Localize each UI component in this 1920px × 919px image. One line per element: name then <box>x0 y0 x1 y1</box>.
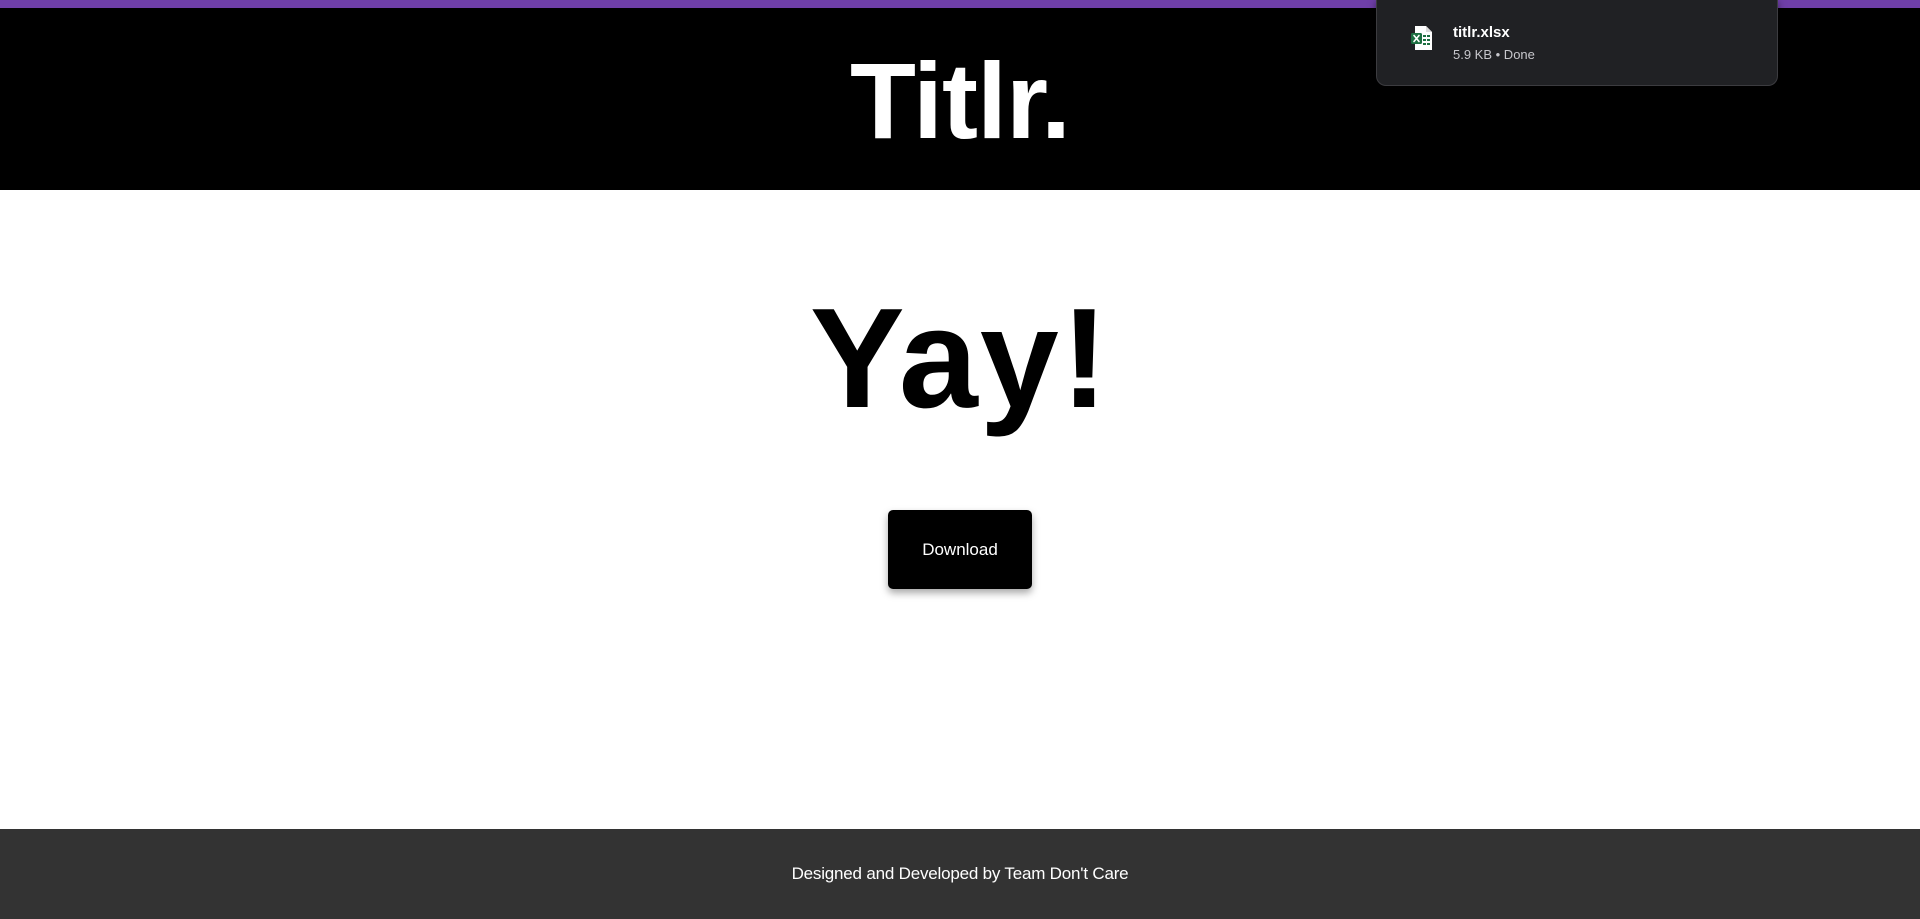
downloaded-file-name[interactable]: titlr.xlsx <box>1453 24 1510 41</box>
brand-title[interactable]: Titlr. <box>850 47 1071 155</box>
download-notification[interactable]: titlr.xlsx 5.9 KB • Done <box>1376 0 1778 86</box>
site-footer: Designed and Developed by Team Don't Car… <box>0 829 1920 919</box>
downloaded-file-status: 5.9 KB • Done <box>1453 47 1535 62</box>
excel-file-icon <box>1411 25 1433 51</box>
success-headline: Yay! <box>809 279 1111 438</box>
main-content: Yay! Download <box>0 190 1920 829</box>
footer-credit: Designed and Developed by Team Don't Car… <box>791 864 1129 883</box>
download-button[interactable]: Download <box>888 510 1032 589</box>
